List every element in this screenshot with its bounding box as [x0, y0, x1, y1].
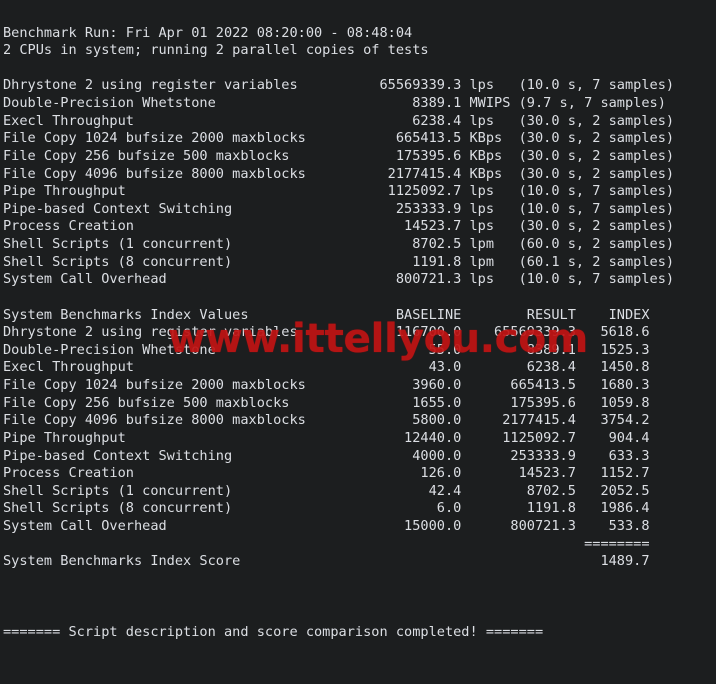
- terminal-output: Benchmark Run: Fri Apr 01 2022 08:20:00 …: [3, 24, 675, 640]
- terminal-window: www.ittellyou.com Benchmark Run: Fri Apr…: [0, 0, 716, 684]
